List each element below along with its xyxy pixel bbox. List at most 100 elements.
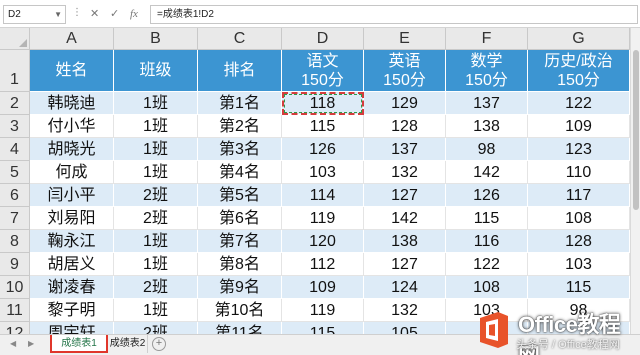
cell-english[interactable]: 128 bbox=[364, 115, 446, 138]
row-header-3[interactable]: 3 bbox=[0, 115, 30, 138]
cell-name[interactable]: 谢凌春 bbox=[30, 276, 114, 299]
cell-name[interactable]: 胡居义 bbox=[30, 253, 114, 276]
cell-math[interactable]: 108 bbox=[446, 276, 528, 299]
cell-history-politics[interactable]: 115 bbox=[528, 276, 630, 299]
cell-english[interactable]: 142 bbox=[364, 207, 446, 230]
cell-class[interactable]: 1班 bbox=[114, 92, 198, 115]
header-cell-name[interactable]: 姓名 bbox=[30, 50, 114, 92]
header-cell-history-politics[interactable]: 历史/政治 150分 bbox=[528, 50, 630, 92]
row-header-6[interactable]: 6 bbox=[0, 184, 30, 207]
cell-history-politics[interactable]: 103 bbox=[528, 253, 630, 276]
cell-english[interactable]: 127 bbox=[364, 253, 446, 276]
cell-class[interactable]: 1班 bbox=[114, 230, 198, 253]
cell-rank[interactable]: 第10名 bbox=[198, 299, 282, 322]
cell-history-politics[interactable]: 123 bbox=[528, 138, 630, 161]
cell-history-politics[interactable]: 110 bbox=[528, 161, 630, 184]
cell-math[interactable]: 138 bbox=[446, 115, 528, 138]
cell-chinese[interactable]: 119 bbox=[282, 299, 364, 322]
cell-chinese[interactable]: 109 bbox=[282, 276, 364, 299]
cell-name[interactable]: 刘易阳 bbox=[30, 207, 114, 230]
cell-rank[interactable]: 第9名 bbox=[198, 276, 282, 299]
cell-chinese[interactable]: 118 bbox=[282, 92, 364, 115]
sheet-tab-active[interactable]: 成绩表1 bbox=[50, 335, 108, 353]
header-cell-english[interactable]: 英语 150分 bbox=[364, 50, 446, 92]
cell-name[interactable]: 付小华 bbox=[30, 115, 114, 138]
row-header-10[interactable]: 10 bbox=[0, 276, 30, 299]
vertical-scrollbar[interactable] bbox=[630, 28, 640, 334]
cell-english[interactable]: 138 bbox=[364, 230, 446, 253]
cell-rank[interactable]: 第7名 bbox=[198, 230, 282, 253]
cell-class[interactable]: 1班 bbox=[114, 161, 198, 184]
header-cell-math[interactable]: 数学 150分 bbox=[446, 50, 528, 92]
check-icon[interactable]: ✓ bbox=[110, 5, 119, 23]
cell-english[interactable]: 129 bbox=[364, 92, 446, 115]
cell-math[interactable]: 126 bbox=[446, 184, 528, 207]
row-header-8[interactable]: 8 bbox=[0, 230, 30, 253]
cell-class[interactable]: 2班 bbox=[114, 276, 198, 299]
sheet-tab-other[interactable]: 成绩表2 bbox=[108, 335, 148, 353]
row-header-7[interactable]: 7 bbox=[0, 207, 30, 230]
cell-rank[interactable]: 第8名 bbox=[198, 253, 282, 276]
cell-chinese[interactable]: 114 bbox=[282, 184, 364, 207]
scrollbar-thumb[interactable] bbox=[633, 50, 639, 210]
cell-math[interactable]: 98 bbox=[446, 138, 528, 161]
cell-english[interactable]: 137 bbox=[364, 138, 446, 161]
header-cell-class[interactable]: 班级 bbox=[114, 50, 198, 92]
cell-history-politics[interactable]: 109 bbox=[528, 115, 630, 138]
row-header-11[interactable]: 11 bbox=[0, 299, 30, 322]
cell-math[interactable]: 142 bbox=[446, 161, 528, 184]
row-header-1[interactable]: 1 bbox=[0, 50, 30, 92]
cell-class[interactable]: 2班 bbox=[114, 184, 198, 207]
cell-name[interactable]: 鞠永江 bbox=[30, 230, 114, 253]
plus-icon[interactable]: + bbox=[152, 337, 166, 351]
column-header-b[interactable]: B bbox=[114, 28, 198, 50]
column-header-f[interactable]: F bbox=[446, 28, 528, 50]
cell-name[interactable]: 韩晓迪 bbox=[30, 92, 114, 115]
header-cell-chinese[interactable]: 语文 150分 bbox=[282, 50, 364, 92]
column-header-a[interactable]: A bbox=[30, 28, 114, 50]
cell-english[interactable]: 124 bbox=[364, 276, 446, 299]
cell-history-politics[interactable]: 108 bbox=[528, 207, 630, 230]
cell-rank[interactable]: 第1名 bbox=[198, 92, 282, 115]
drag-handle-icon[interactable]: ⋮ bbox=[72, 7, 82, 18]
cell-history-politics[interactable]: 128 bbox=[528, 230, 630, 253]
cell-class[interactable]: 1班 bbox=[114, 115, 198, 138]
column-header-c[interactable]: C bbox=[198, 28, 282, 50]
row-header-2[interactable]: 2 bbox=[0, 92, 30, 115]
cell-math[interactable]: 115 bbox=[446, 207, 528, 230]
name-box[interactable]: D2 ▼ bbox=[3, 5, 66, 24]
chevron-right-icon[interactable]: ▶ bbox=[28, 339, 34, 348]
cell-class[interactable]: 1班 bbox=[114, 138, 198, 161]
cell-rank[interactable]: 第6名 bbox=[198, 207, 282, 230]
cell-english[interactable]: 132 bbox=[364, 299, 446, 322]
cell-chinese[interactable]: 112 bbox=[282, 253, 364, 276]
function-icon[interactable]: fx bbox=[130, 5, 138, 23]
cell-chinese[interactable]: 119 bbox=[282, 207, 364, 230]
cell-class[interactable]: 2班 bbox=[114, 207, 198, 230]
row-header-9[interactable]: 9 bbox=[0, 253, 30, 276]
column-header-d[interactable]: D bbox=[282, 28, 364, 50]
row-header-5[interactable]: 5 bbox=[0, 161, 30, 184]
cell-english[interactable]: 127 bbox=[364, 184, 446, 207]
cell-math[interactable]: 122 bbox=[446, 253, 528, 276]
column-header-e[interactable]: E bbox=[364, 28, 446, 50]
cell-chinese[interactable]: 115 bbox=[282, 115, 364, 138]
row-header-4[interactable]: 4 bbox=[0, 138, 30, 161]
cell-history-politics[interactable]: 117 bbox=[528, 184, 630, 207]
cell-history-politics[interactable]: 122 bbox=[528, 92, 630, 115]
cell-class[interactable]: 1班 bbox=[114, 299, 198, 322]
chevron-left-icon[interactable]: ◀ bbox=[10, 339, 16, 348]
cell-rank[interactable]: 第3名 bbox=[198, 138, 282, 161]
formula-input[interactable]: =成绩表1!D2 bbox=[150, 5, 638, 24]
cell-rank[interactable]: 第2名 bbox=[198, 115, 282, 138]
cell-name[interactable]: 闫小平 bbox=[30, 184, 114, 207]
select-all-corner[interactable] bbox=[0, 28, 30, 50]
cell-rank[interactable]: 第4名 bbox=[198, 161, 282, 184]
header-cell-rank[interactable]: 排名 bbox=[198, 50, 282, 92]
cell-chinese[interactable]: 103 bbox=[282, 161, 364, 184]
cell-class[interactable]: 1班 bbox=[114, 253, 198, 276]
column-header-g[interactable]: G bbox=[528, 28, 630, 50]
cell-chinese[interactable]: 120 bbox=[282, 230, 364, 253]
cell-name[interactable]: 何成 bbox=[30, 161, 114, 184]
chevron-down-icon[interactable]: ▼ bbox=[54, 6, 62, 23]
